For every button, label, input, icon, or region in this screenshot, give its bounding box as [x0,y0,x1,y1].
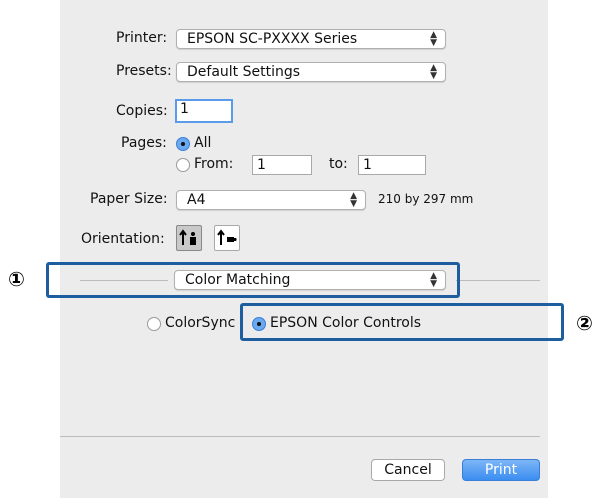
callout-number-1: ① [8,267,25,291]
pages-all-label: All [194,135,212,151]
divider-right [456,280,540,281]
callout-number-2: ② [576,311,593,335]
portrait-orientation-button[interactable] [176,225,202,251]
copies-label: Copies: [116,103,168,119]
pages-from-field[interactable]: 1 [252,155,312,175]
pages-to-field[interactable]: 1 [358,155,426,175]
printer-popup[interactable]: EPSON SC-PXXXX Series ▲ ▼ [176,29,446,49]
copies-field[interactable]: 1 [175,99,233,123]
presets-label: Presets: [116,63,172,79]
presets-popup[interactable]: Default Settings ▲ ▼ [176,62,446,82]
cancel-button[interactable]: Cancel [371,459,445,481]
presets-value: Default Settings [187,64,301,80]
colorsync-label: ColorSync [165,315,236,331]
pages-all-radio[interactable] [176,137,190,151]
pages-label: Pages: [121,135,167,151]
paper-size-value: A4 [187,192,206,208]
pages-to-label: to: [329,156,348,172]
paper-dimensions: 210 by 297 mm [378,192,474,206]
pages-from-radio[interactable] [176,158,190,172]
printer-value: EPSON SC-PXXXX Series [187,31,358,47]
printer-label: Printer: [116,30,168,46]
portrait-icon [179,229,196,245]
print-button[interactable]: Print [462,459,540,481]
updown-arrows-icon: ▲ ▼ [350,191,357,209]
bottom-divider [60,436,540,437]
updown-arrows-icon: ▲ ▼ [430,30,437,48]
colorsync-radio[interactable] [147,317,161,331]
pages-from-label: From: [194,156,234,172]
landscape-orientation-button[interactable] [214,225,240,251]
callout-box-2 [240,303,564,341]
callout-box-1 [46,262,460,298]
updown-arrows-icon: ▲ ▼ [430,63,437,81]
orientation-label: Orientation: [81,231,165,247]
paper-size-popup[interactable]: A4 ▲ ▼ [176,190,366,210]
landscape-icon [217,229,237,245]
paper-size-label: Paper Size: [90,191,168,207]
